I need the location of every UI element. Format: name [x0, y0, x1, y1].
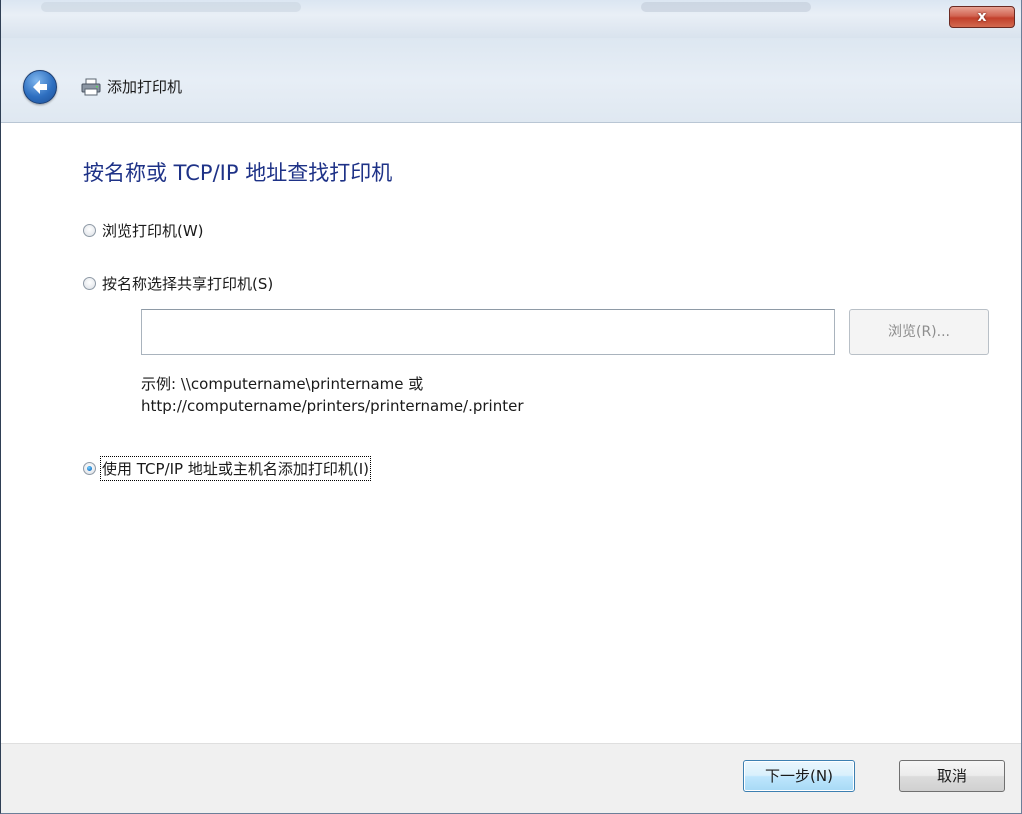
printer-icon [81, 78, 101, 96]
title-bar: x [1, 0, 1021, 38]
wizard-footer: 下一步(N) 取消 [1, 743, 1021, 813]
radio-button-selected[interactable] [83, 462, 96, 475]
page-title: 添加打印机 [107, 78, 183, 96]
example-line: 示例: \\computername\printername 或 [141, 375, 424, 393]
radio-button[interactable] [83, 277, 96, 290]
next-button[interactable]: 下一步(N) [743, 760, 855, 792]
radio-label[interactable]: 使用 TCP/IP 地址或主机名添加打印机(I) [100, 456, 371, 481]
radio-label[interactable]: 按名称选择共享打印机(S) [102, 273, 273, 294]
browse-button[interactable]: 浏览(R)... [849, 309, 989, 355]
radio-button[interactable] [83, 224, 96, 237]
back-arrow-icon [33, 80, 47, 94]
cancel-button[interactable]: 取消 [899, 760, 1005, 792]
radio-tcpip-hostname[interactable]: 使用 TCP/IP 地址或主机名添加打印机(I) [83, 456, 371, 481]
shared-printer-name-input[interactable] [141, 309, 835, 355]
radio-shared-printer-by-name[interactable]: 按名称选择共享打印机(S) [83, 273, 273, 294]
section-heading: 按名称或 TCP/IP 地址查找打印机 [83, 161, 393, 185]
radio-browse-printers[interactable]: 浏览打印机(W) [83, 220, 204, 241]
radio-label[interactable]: 浏览打印机(W) [102, 220, 204, 241]
example-text: 示例: \\computername\printername 或 http://… [141, 373, 524, 417]
title-bar-glass-reflection [41, 2, 301, 12]
example-line: http://computername/printers/printername… [141, 397, 524, 415]
back-button[interactable] [23, 70, 57, 104]
close-button[interactable]: x [949, 6, 1015, 28]
add-printer-window: x 添加打印机 按名称或 TCP/IP 地址查找打印机 浏览打印机(W) 按名称… [0, 0, 1022, 814]
title-bar-glass-reflection [641, 2, 811, 12]
wizard-content: 按名称或 TCP/IP 地址查找打印机 浏览打印机(W) 按名称选择共享打印机(… [1, 123, 1021, 743]
navigation-bar: 添加打印机 [1, 38, 1021, 123]
